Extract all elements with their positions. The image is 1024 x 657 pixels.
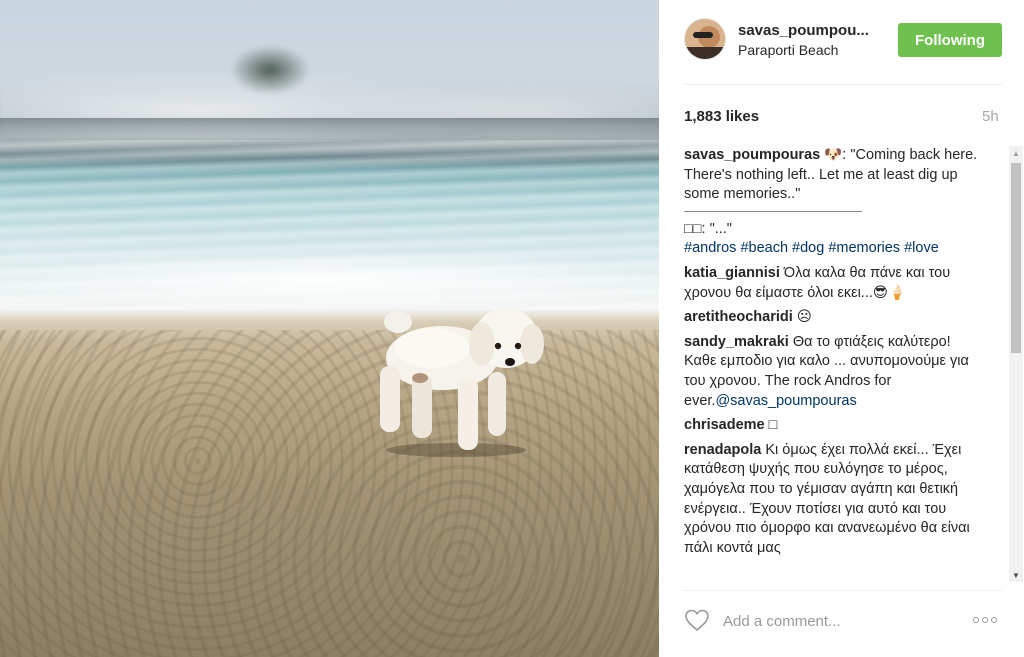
- post-location[interactable]: Paraporti Beach: [738, 42, 838, 58]
- hashtag[interactable]: #dog: [792, 240, 824, 256]
- avatar-image: [685, 19, 725, 59]
- comment-username[interactable]: katia_giannisi: [684, 265, 780, 281]
- scrollbar-thumb[interactable]: [1011, 163, 1021, 353]
- likes-count[interactable]: 1,883 likes: [684, 108, 759, 125]
- scroll-down-arrow[interactable]: ▼: [1009, 568, 1023, 582]
- hashtag[interactable]: #memories: [828, 240, 900, 256]
- comment-text: □: [764, 417, 778, 434]
- comments-scrollbar[interactable]: ▲ ▼: [1009, 146, 1023, 582]
- post-time[interactable]: 5h: [982, 108, 999, 125]
- divider: [684, 84, 1002, 85]
- instagram-post-view: savas_poumpou... Paraporti Beach Followi…: [0, 0, 1024, 657]
- comment-username[interactable]: chrisademe: [684, 417, 765, 433]
- list-item: katia_giannisi Όλα καλα θα πάνε και του …: [684, 264, 984, 303]
- comment-username[interactable]: aretitheocharidi: [684, 309, 793, 325]
- list-item: renadapola Κι όμως έχει πολλά εκεί... Έχ…: [684, 441, 984, 559]
- more-options-icon[interactable]: [973, 612, 1003, 628]
- following-button[interactable]: Following: [898, 23, 1002, 57]
- post-photo[interactable]: [0, 0, 659, 657]
- list-item: sandy_makraki Θα το φτιάξεις καλύτερο! Κ…: [684, 333, 984, 411]
- wave-foam: [0, 240, 659, 315]
- post-side-panel: savas_poumpou... Paraporti Beach Followi…: [659, 0, 1024, 657]
- sand-texture: [0, 330, 659, 657]
- dot: [991, 617, 997, 623]
- hashtag[interactable]: #beach: [740, 240, 788, 256]
- hashtag[interactable]: #andros: [684, 240, 736, 256]
- caption: savas_poumpouras 🐶: "Coming back here. T…: [684, 146, 984, 259]
- post-header: savas_poumpou... Paraporti Beach Followi…: [659, 0, 1024, 84]
- heart-icon[interactable]: [684, 608, 710, 632]
- caption-divider-line: [684, 210, 862, 212]
- shoreline: [0, 118, 659, 138]
- hashtag[interactable]: #love: [904, 240, 939, 256]
- mention-link[interactable]: @savas_poumpouras: [715, 393, 856, 409]
- dot: [973, 617, 979, 623]
- post-username[interactable]: savas_poumpou...: [738, 22, 869, 39]
- white-dog: [380, 308, 544, 457]
- list-item: chrisademe □: [684, 416, 984, 436]
- comment-username[interactable]: savas_poumpouras: [684, 147, 820, 163]
- avatar[interactable]: [684, 18, 726, 60]
- caption-reply: □□: "...": [684, 220, 732, 237]
- list-item: aretitheocharidi ☹: [684, 308, 984, 328]
- dot: [982, 617, 988, 623]
- comment-text: ☹: [792, 309, 812, 326]
- divider: [684, 590, 1002, 591]
- scroll-up-arrow[interactable]: ▲: [1009, 146, 1023, 160]
- comments-list: savas_poumpouras 🐶: "Coming back here. T…: [684, 146, 984, 582]
- comment-text: Κι όμως έχει πολλά εκεί... Έχει κατάθεση…: [684, 441, 970, 556]
- comment-username[interactable]: sandy_makraki: [684, 334, 789, 350]
- add-comment-input[interactable]: [723, 610, 963, 632]
- comment-username[interactable]: renadapola: [684, 442, 761, 458]
